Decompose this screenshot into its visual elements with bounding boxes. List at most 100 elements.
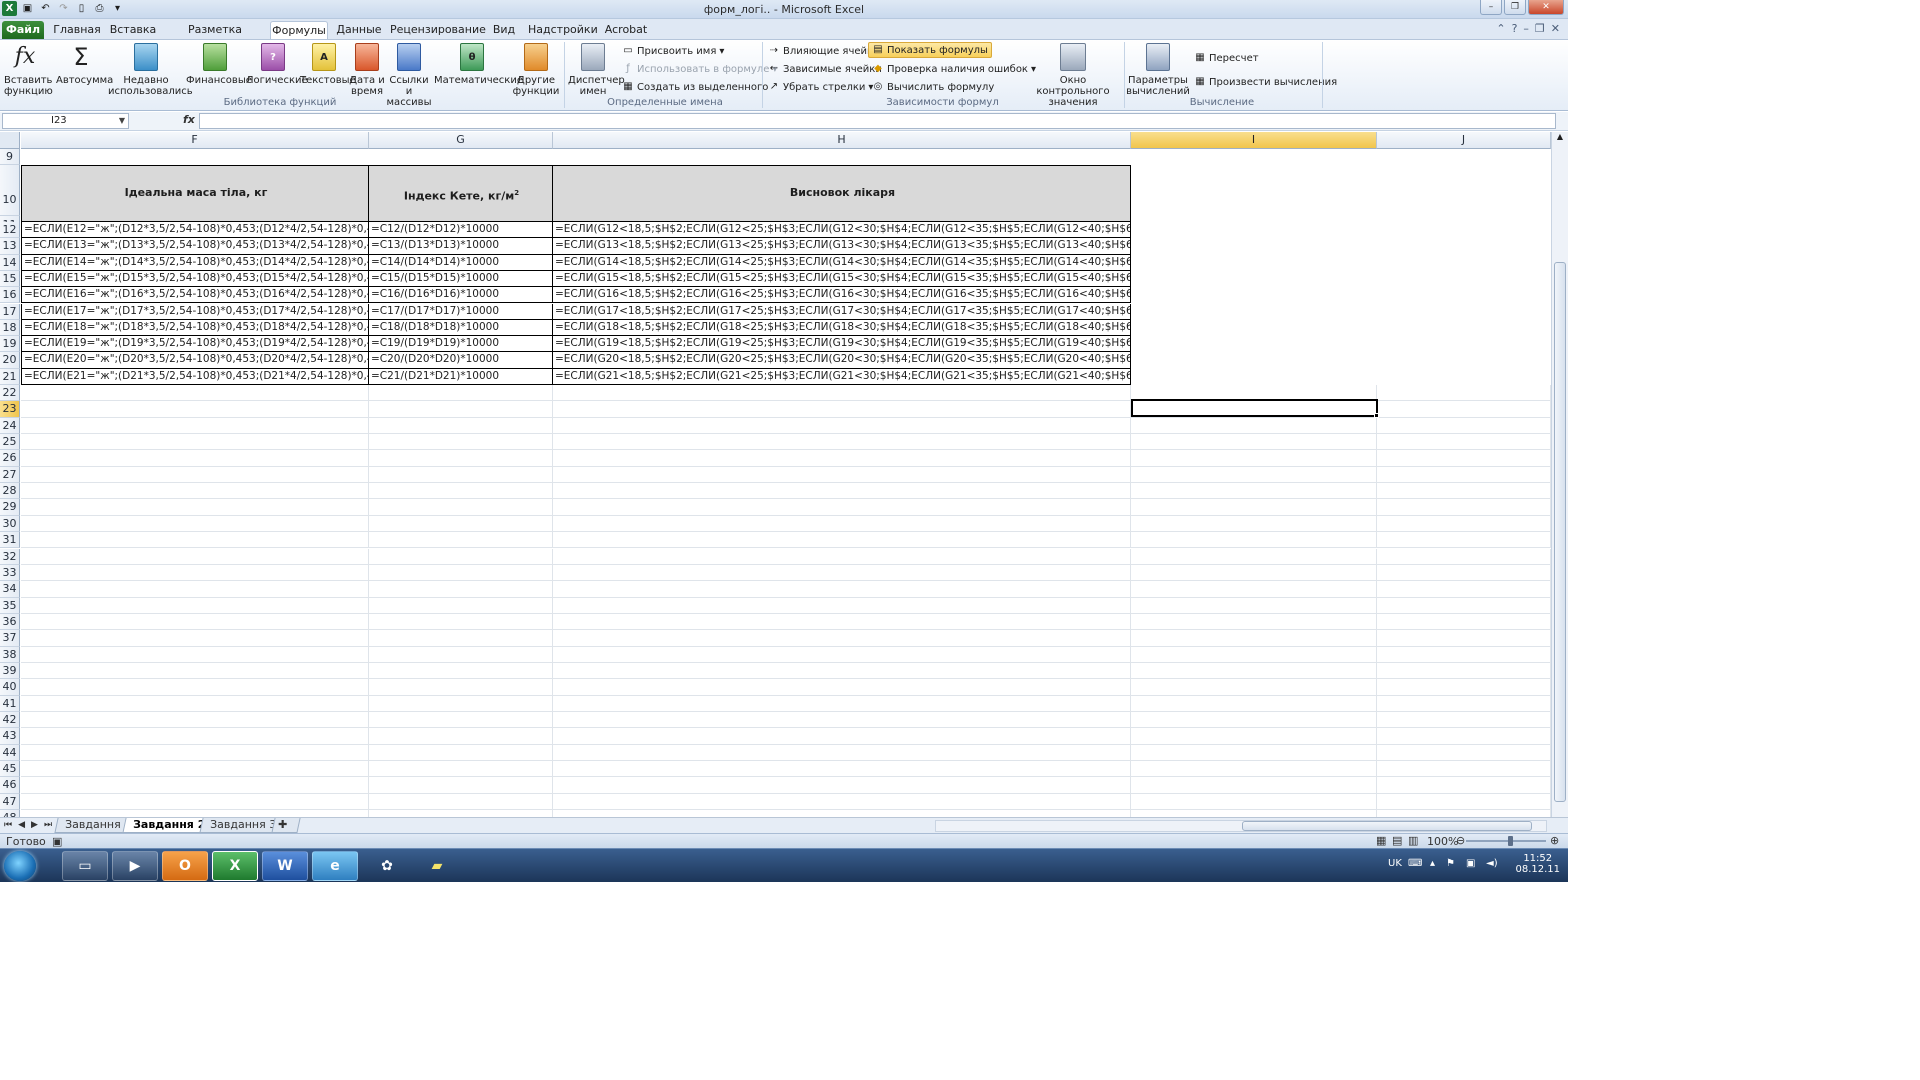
insert-function-button[interactable]: fx Вставить функцию [4, 43, 53, 97]
row-header[interactable]: 18 [0, 319, 20, 337]
formula-cell-ideal-weight[interactable]: =ЕСЛИ(E13="ж";(D13*3,5/2,54-108)*0,453;(… [21, 238, 369, 255]
empty-cell[interactable] [1131, 532, 1377, 549]
text-functions-button[interactable]: A Текстовые [300, 43, 356, 86]
empty-cell[interactable] [1131, 483, 1377, 500]
row-header[interactable]: 20 [0, 352, 20, 369]
start-button[interactable] [4, 851, 36, 881]
empty-cell[interactable] [21, 761, 369, 778]
empty-cell[interactable] [21, 744, 369, 762]
trace-precedents-button[interactable]: ⇢ Влияющие ячейки [768, 43, 880, 59]
formula-cell-ideal-weight[interactable]: =ЕСЛИ(E17="ж";(D17*3,5/2,54-108)*0,453;(… [21, 303, 369, 320]
formula-cell-kettle-index[interactable]: =C15/(D15*D15)*10000 [369, 270, 553, 288]
row-header[interactable]: 27 [0, 466, 20, 484]
empty-cell[interactable] [1377, 630, 1551, 647]
empty-cell[interactable] [21, 646, 369, 663]
empty-cell[interactable] [369, 483, 553, 500]
formula-cell-ideal-weight[interactable]: =ЕСЛИ(E12="ж";(D12*3,5/2,54-108)*0,453;(… [21, 222, 369, 239]
tab-insert[interactable]: Вставка [108, 21, 158, 39]
formula-cell-kettle-index[interactable]: =C21/(D21*D21)*10000 [369, 368, 553, 385]
empty-cell[interactable] [21, 613, 369, 631]
empty-cell[interactable] [369, 728, 553, 745]
flag-icon[interactable]: ⚑ [1446, 858, 1455, 869]
wb-minimize-icon[interactable]: – [1523, 22, 1529, 35]
empty-cell[interactable] [1131, 417, 1377, 435]
empty-cell[interactable] [369, 695, 553, 712]
empty-cell[interactable] [1377, 564, 1551, 582]
empty-cell[interactable] [1131, 793, 1377, 811]
formula-cell-ideal-weight[interactable]: =ЕСЛИ(E19="ж";(D19*3,5/2,54-108)*0,453;(… [21, 336, 369, 353]
row-header[interactable]: 38 [0, 646, 20, 663]
fill-handle[interactable] [1374, 413, 1379, 418]
use-in-formula-button[interactable]: ƒ Использовать в формуле ▾ [622, 61, 777, 77]
clock[interactable]: 11:52 08.12.11 [1515, 853, 1560, 875]
row-header[interactable]: 45 [0, 761, 20, 778]
calculate-sheet-button[interactable]: ▦ Произвести вычисления [1194, 74, 1337, 90]
row-header[interactable]: 21 [0, 368, 20, 385]
empty-cell[interactable] [1377, 385, 1551, 402]
row-header[interactable]: 19 [0, 336, 20, 353]
row-header[interactable]: 44 [0, 744, 20, 762]
formula-cell-kettle-index[interactable]: =C16/(D16*D16)*10000 [369, 287, 553, 304]
empty-cell[interactable] [1377, 483, 1551, 500]
empty-cell[interactable] [21, 695, 369, 712]
empty-cell[interactable] [1377, 613, 1551, 631]
scroll-up-icon[interactable]: ▲ [1552, 132, 1568, 141]
formula-cell-conclusion[interactable]: =ЕСЛИ(G12<18,5;$H$2;ЕСЛИ(G12<25;$H$3;ЕСЛ… [553, 222, 1131, 239]
formula-cell-ideal-weight[interactable]: =ЕСЛИ(E18="ж";(D18*3,5/2,54-108)*0,453;(… [21, 319, 369, 337]
empty-cell[interactable] [369, 450, 553, 467]
row-header[interactable]: 9 [0, 149, 20, 165]
row-header[interactable]: 40 [0, 679, 20, 696]
empty-cell[interactable] [369, 793, 553, 811]
row-header[interactable]: 46 [0, 777, 20, 794]
empty-cell[interactable] [369, 761, 553, 778]
formula-cell-ideal-weight[interactable]: =ЕСЛИ(E16="ж";(D16*3,5/2,54-108)*0,453;(… [21, 287, 369, 304]
watch-window-button[interactable]: Окно контрольного значения [1024, 43, 1122, 108]
empty-cell[interactable] [553, 466, 1131, 484]
row-header[interactable]: 42 [0, 712, 20, 729]
restore-button[interactable]: ❐ [1504, 0, 1526, 15]
zoom-slider[interactable] [1466, 840, 1546, 842]
financial-button[interactable]: Финансовые [186, 43, 252, 86]
empty-cell[interactable] [1377, 712, 1551, 729]
empty-cell[interactable] [369, 744, 553, 762]
empty-cell[interactable] [1131, 581, 1377, 598]
empty-cell[interactable] [1131, 613, 1377, 631]
row-header[interactable]: 22 [0, 385, 20, 402]
formula-cell-ideal-weight[interactable]: =ЕСЛИ(E21="ж";(D21*3,5/2,54-108)*0,453;(… [21, 368, 369, 385]
zoom-in-icon[interactable]: ⊕ [1550, 834, 1559, 847]
empty-cell[interactable] [1377, 597, 1551, 614]
column-header-f[interactable]: F [21, 132, 369, 149]
tab-file[interactable]: Файл [2, 21, 44, 39]
empty-cell[interactable] [1377, 466, 1551, 484]
empty-cell[interactable] [1377, 728, 1551, 745]
empty-cell[interactable] [21, 728, 369, 745]
empty-cell[interactable] [1131, 548, 1377, 565]
empty-cell[interactable] [369, 613, 553, 631]
empty-cell[interactable] [553, 564, 1131, 582]
lookup-button[interactable]: Ссылки и массивы [386, 43, 432, 108]
row-header[interactable]: 14 [0, 254, 20, 271]
empty-cell[interactable] [1131, 564, 1377, 582]
empty-cell[interactable] [1131, 630, 1377, 647]
horizontal-scrollbar[interactable] [935, 820, 1547, 832]
empty-cell[interactable] [1131, 662, 1377, 680]
macro-record-icon[interactable]: ▣ [52, 835, 62, 848]
empty-cell[interactable] [1131, 728, 1377, 745]
empty-cell[interactable] [21, 581, 369, 598]
empty-cell[interactable] [553, 499, 1131, 516]
trace-dependents-button[interactable]: ⇠ Зависимые ячейки [768, 61, 882, 77]
zoom-level[interactable]: 100% [1427, 835, 1458, 848]
empty-cell[interactable] [21, 679, 369, 696]
column-header-j[interactable]: J [1377, 132, 1551, 149]
empty-cell[interactable] [369, 597, 553, 614]
empty-cell[interactable] [553, 434, 1131, 451]
zoom-out-icon[interactable]: ⊖ [1456, 834, 1465, 847]
empty-cell[interactable] [553, 744, 1131, 762]
formula-cell-conclusion[interactable]: =ЕСЛИ(G17<18,5;$H$2;ЕСЛИ(G17<25;$H$3;ЕСЛ… [553, 303, 1131, 320]
empty-cell[interactable] [553, 483, 1131, 500]
empty-cell[interactable] [553, 613, 1131, 631]
row-header[interactable]: 13 [0, 238, 20, 255]
empty-cell[interactable] [1377, 695, 1551, 712]
tray-expand-icon[interactable]: ▴ [1430, 858, 1435, 869]
empty-cell[interactable] [1131, 646, 1377, 663]
